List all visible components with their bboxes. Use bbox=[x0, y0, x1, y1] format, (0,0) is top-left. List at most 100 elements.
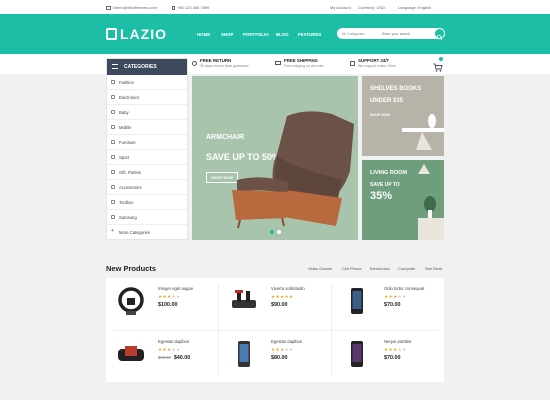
product-price: $90.00 bbox=[271, 302, 288, 308]
search-category-select[interactable]: All Categories bbox=[342, 32, 364, 36]
site-logo[interactable]: LAZIO bbox=[106, 26, 167, 42]
free-shipping-info: FREE SHIPPING Free shipping on all order bbox=[275, 58, 324, 68]
rating-stars: ★★★★★ bbox=[271, 347, 294, 352]
hero-slider[interactable]: ARMCHAIR SAVE UP TO 50% OFF SHOP NOW bbox=[192, 76, 358, 240]
gamepad-phone-icon bbox=[118, 346, 144, 361]
phone-text: +84 123 456 7899 bbox=[172, 5, 209, 10]
steering-wheel-icon bbox=[118, 287, 144, 315]
category-accessories[interactable]: Accessories bbox=[107, 180, 187, 195]
nav-features[interactable]: FEATURES bbox=[298, 32, 321, 37]
smartphone-icon bbox=[351, 288, 363, 314]
cart-count-badge bbox=[439, 57, 443, 61]
truck-icon bbox=[275, 61, 281, 65]
toolbox-icon bbox=[111, 200, 115, 204]
product-name[interactable]: Integer eget augue bbox=[158, 286, 193, 291]
search-icon bbox=[436, 34, 443, 41]
shelf-vase-illustration bbox=[402, 114, 444, 150]
category-mobile[interactable]: Mobile bbox=[107, 120, 187, 135]
cart-icon bbox=[433, 63, 443, 72]
product-price: $70.00 bbox=[384, 302, 401, 308]
search-button[interactable] bbox=[435, 29, 444, 41]
shopping-bag-icon bbox=[106, 28, 117, 40]
product-name[interactable]: Egestas dapibus bbox=[271, 339, 302, 344]
plus-icon: + bbox=[111, 228, 114, 234]
product-name[interactable]: Odio tortor consequat bbox=[384, 286, 424, 291]
phone-icon bbox=[172, 5, 175, 10]
category-electronics[interactable]: Electronics bbox=[107, 90, 187, 105]
my-account-link[interactable]: My Account bbox=[330, 5, 351, 10]
nav-portfolio[interactable]: PORTFOLIO bbox=[243, 32, 269, 37]
gift-icon bbox=[111, 170, 115, 174]
cart-button[interactable] bbox=[433, 57, 443, 72]
living-room-banner[interactable]: LIVING ROOM SAVE UP TO 35% bbox=[362, 160, 444, 240]
product-name[interactable]: Egestas dapibus bbox=[158, 339, 189, 344]
currency-select[interactable]: Currency: USD bbox=[358, 5, 385, 10]
category-toolbox[interactable]: Toolbox bbox=[107, 195, 187, 210]
product-price: $70.00 bbox=[384, 355, 401, 361]
slider-dot[interactable] bbox=[277, 230, 281, 234]
site-header: LAZIO HOME SHOP PORTFOLIO BLOG FEATURES … bbox=[0, 14, 550, 54]
rating-stars: ★★★★★ bbox=[384, 347, 407, 352]
smartphone-icon bbox=[238, 341, 250, 367]
nav-blog[interactable]: BLOG bbox=[276, 32, 289, 37]
product-card[interactable]: Neque porttitor ★★★★★ $70.00 bbox=[332, 331, 444, 383]
product-grid: Integer eget augue ★★★★★ $100.00 Viverra… bbox=[106, 278, 444, 382]
product-card[interactable]: Egestas dapibus ★★★★★ $80.00 bbox=[219, 331, 331, 383]
language-select[interactable]: Language: English bbox=[398, 5, 431, 10]
product-card[interactable]: Egestas dapibus ★★★★★ $50.00 $40.00 bbox=[106, 331, 218, 383]
sport-icon bbox=[111, 155, 115, 159]
search-input[interactable] bbox=[382, 30, 432, 37]
product-price: $100.00 bbox=[158, 302, 178, 308]
nav-home[interactable]: HOME bbox=[197, 32, 210, 37]
categories-menu: CATEGORIES Fashion Electronics Baby Mobi… bbox=[106, 58, 188, 240]
tab-computer[interactable]: Computer bbox=[398, 266, 416, 271]
product-name[interactable]: Viverra sollicitudin bbox=[271, 286, 305, 291]
top-bar: Demo@Worthemes.com +84 123 456 7899 My A… bbox=[0, 0, 550, 14]
tab-electronics[interactable]: Electronics bbox=[370, 266, 390, 271]
lamp-plant-illustration bbox=[418, 164, 444, 240]
refresh-icon bbox=[192, 61, 197, 66]
flight-throttle-icon bbox=[232, 290, 256, 308]
category-sport[interactable]: Sport bbox=[107, 150, 187, 165]
product-price: $50.00 $40.00 bbox=[158, 355, 191, 361]
armchair-illustration bbox=[232, 111, 354, 229]
product-name[interactable]: Neque porttitor bbox=[384, 339, 412, 344]
category-furniture[interactable]: Furniture bbox=[107, 135, 187, 150]
hamburger-icon bbox=[112, 64, 118, 69]
slider-dot-active[interactable] bbox=[270, 230, 274, 234]
smartphone-icon bbox=[351, 341, 363, 367]
support-icon bbox=[350, 61, 355, 66]
support-info: SUPPORT 24/7 We support online 24hrs bbox=[350, 58, 396, 68]
tab-video-games[interactable]: Video Games bbox=[308, 266, 332, 271]
category-baby[interactable]: Baby bbox=[107, 105, 187, 120]
category-gift-parties[interactable]: Gift, Parties bbox=[107, 165, 187, 180]
accessories-icon bbox=[111, 185, 115, 189]
category-samsung[interactable]: Samsung bbox=[107, 210, 187, 225]
monitor-icon bbox=[111, 215, 115, 219]
product-card[interactable]: Odio tortor consequat ★★★★★ $70.00 bbox=[332, 278, 444, 330]
new-products-title: New Products bbox=[106, 264, 157, 273]
categories-header[interactable]: CATEGORIES bbox=[107, 59, 187, 75]
rating-stars: ★★★★★ bbox=[271, 294, 294, 299]
tab-see-more[interactable]: See More bbox=[425, 266, 442, 271]
envelope-icon bbox=[106, 6, 111, 10]
shelves-banner[interactable]: SHELVES BOOKS UNDER $35 SHOP NOW bbox=[362, 76, 444, 156]
service-info-bar: FREE RETURN 30 days money back guarantee … bbox=[0, 54, 550, 74]
tab-cell-phone[interactable]: Cell Phone bbox=[342, 266, 362, 271]
rating-stars: ★★★★★ bbox=[158, 294, 181, 299]
rating-stars: ★★★★★ bbox=[158, 347, 181, 352]
nav-shop[interactable]: SHOP bbox=[221, 32, 233, 37]
mobile-icon bbox=[111, 125, 115, 129]
fashion-icon bbox=[111, 80, 115, 84]
search-bar: All Categories bbox=[337, 28, 445, 41]
category-more[interactable]: + More Categories bbox=[107, 225, 187, 240]
electronics-icon bbox=[111, 95, 115, 99]
email-text[interactable]: Demo@Worthemes.com bbox=[106, 5, 157, 10]
free-return-info: FREE RETURN 30 days money back guarantee bbox=[192, 58, 249, 68]
furniture-icon bbox=[111, 140, 115, 144]
category-fashion[interactable]: Fashion bbox=[107, 75, 187, 90]
product-price: $80.00 bbox=[271, 355, 288, 361]
product-card[interactable]: Viverra sollicitudin ★★★★★ $90.00 bbox=[219, 278, 331, 330]
product-card[interactable]: Integer eget augue ★★★★★ $100.00 bbox=[106, 278, 218, 330]
rating-stars: ★★★★★ bbox=[384, 294, 407, 299]
